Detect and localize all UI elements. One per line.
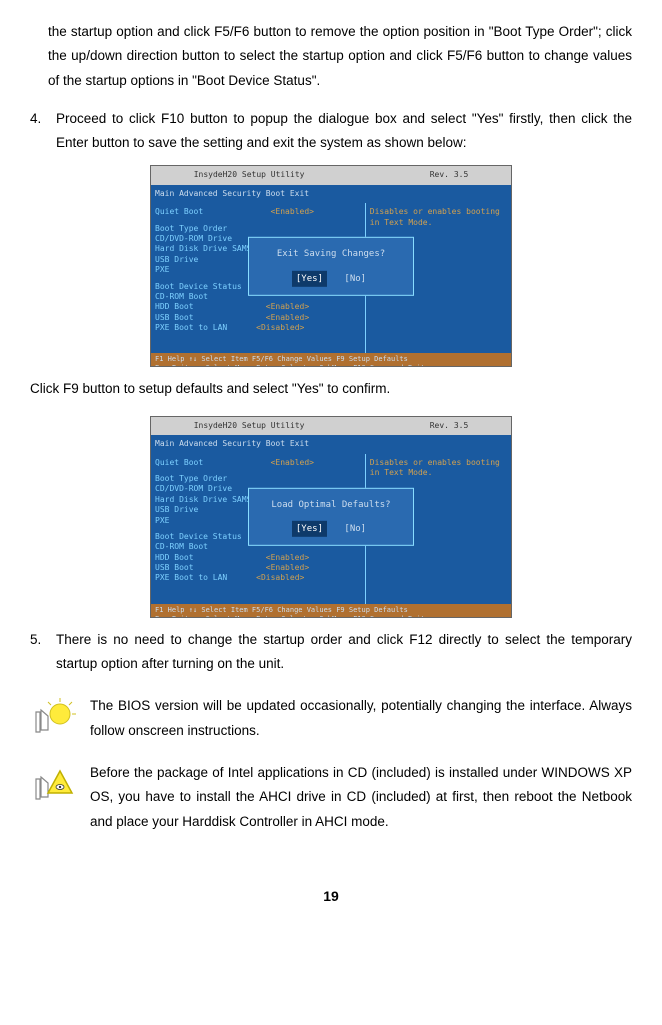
bios-header: InsydeH20 Setup Utility Rev. 3.5 <box>151 166 511 184</box>
step-4-number: 4. <box>30 107 56 156</box>
bios-screenshot-load-defaults: InsydeH20 Setup Utility Rev. 3.5 Main Ad… <box>150 416 512 618</box>
bios-tabs: Main Advanced Security Boot Exit <box>151 185 511 203</box>
tip-note: The BIOS version will be updated occasio… <box>30 694 632 743</box>
bios-footer-2: F1 Help ↑↓ Select Item F5/F6 Change Valu… <box>151 604 511 618</box>
step-5-number: 5. <box>30 628 56 677</box>
dialog-no-button-2[interactable]: [No] <box>340 521 370 537</box>
bios-tabs-2: Main Advanced Security Boot Exit <box>151 435 511 453</box>
bios-screenshot-exit-save: InsydeH20 Setup Utility Rev. 3.5 Main Ad… <box>150 165 512 367</box>
f9-caption: Click F9 button to setup defaults and se… <box>30 377 632 401</box>
warning-note-text: Before the package of Intel applications… <box>90 761 632 834</box>
dialog-yes-button-2[interactable]: [Yes] <box>292 521 327 537</box>
exit-saving-dialog: Exit Saving Changes? [Yes] [No] <box>248 237 414 295</box>
dialog-yes-button[interactable]: [Yes] <box>292 270 327 286</box>
step-5-text: There is no need to change the startup o… <box>56 628 632 677</box>
continued-paragraph: the startup option and click F5/F6 butto… <box>48 20 632 93</box>
load-defaults-dialog: Load Optimal Defaults? [Yes] [No] <box>248 488 414 546</box>
tip-note-text: The BIOS version will be updated occasio… <box>90 694 632 743</box>
step-4: 4. Proceed to click F10 button to popup … <box>30 107 632 156</box>
bios-footer: F1 Help ↑↓ Select Item F5/F6 Change Valu… <box>151 353 511 367</box>
warning-note: Before the package of Intel applications… <box>30 761 632 834</box>
dialog-no-button[interactable]: [No] <box>340 270 370 286</box>
lightbulb-hand-icon <box>30 694 78 742</box>
warning-hand-icon <box>30 761 78 809</box>
step-5: 5. There is no need to change the startu… <box>30 628 632 677</box>
page-number: 19 <box>30 884 632 909</box>
bios-header-2: InsydeH20 Setup Utility Rev. 3.5 <box>151 417 511 435</box>
step-4-text: Proceed to click F10 button to popup the… <box>56 107 632 156</box>
